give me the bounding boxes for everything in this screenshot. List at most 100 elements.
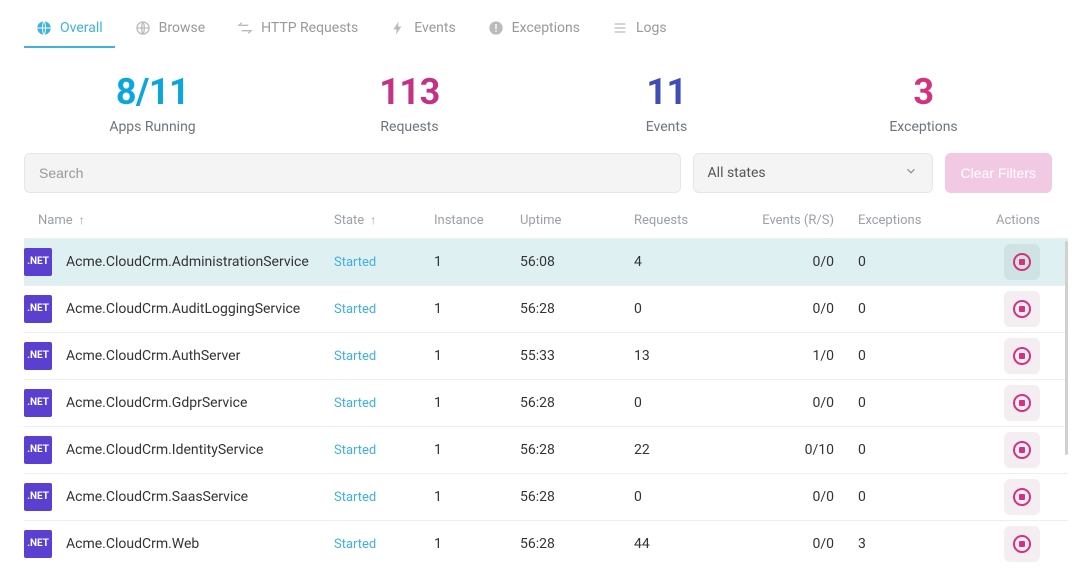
stop-icon xyxy=(1013,488,1031,506)
uptime-value: 56:28 xyxy=(520,395,634,411)
dotnet-badge: .NET xyxy=(24,248,52,276)
events-value: 0/0 xyxy=(730,254,858,270)
swap-icon xyxy=(237,20,253,36)
stats-row: 8/11 Apps Running 113 Requests 11 Events… xyxy=(0,49,1076,153)
dotnet-badge: .NET xyxy=(24,295,52,323)
sort-asc-icon: ↑ xyxy=(79,213,85,227)
stat-value: 8/11 xyxy=(24,73,281,113)
bolt-icon xyxy=(390,20,406,36)
chevron-down-icon xyxy=(904,164,918,182)
state-value: Started xyxy=(334,396,376,411)
service-name: Acme.CloudCrm.AuthServer xyxy=(66,348,240,364)
exceptions-value: 0 xyxy=(858,348,954,364)
table-row[interactable]: .NETAcme.CloudCrm.AuditLoggingServiceSta… xyxy=(24,285,1068,332)
requests-value: 4 xyxy=(634,254,730,270)
instance-value: 1 xyxy=(434,348,520,364)
tab-label: HTTP Requests xyxy=(261,20,358,36)
instance-value: 1 xyxy=(434,254,520,270)
requests-value: 13 xyxy=(634,348,730,364)
col-header-actions: Actions xyxy=(954,213,1068,228)
exceptions-value: 3 xyxy=(858,536,954,552)
stop-button[interactable] xyxy=(1004,432,1040,468)
col-header-instance[interactable]: Instance xyxy=(434,213,520,228)
stop-icon xyxy=(1013,535,1031,553)
tab-label: Browse xyxy=(159,20,205,36)
requests-value: 0 xyxy=(634,489,730,505)
col-header-state[interactable]: State ↑ xyxy=(334,213,434,228)
exceptions-value: 0 xyxy=(858,395,954,411)
stat-value: 3 xyxy=(795,73,1052,113)
dotnet-badge: .NET xyxy=(24,530,52,558)
instance-value: 1 xyxy=(434,489,520,505)
clear-filters-button[interactable]: Clear Filters xyxy=(945,153,1052,193)
col-header-events[interactable]: Events (R/S) xyxy=(730,213,858,228)
stat-apps-running: 8/11 Apps Running xyxy=(24,73,281,135)
requests-value: 0 xyxy=(634,301,730,317)
tab-browse[interactable]: Browse xyxy=(123,12,217,48)
stat-requests: 113 Requests xyxy=(281,73,538,135)
search-input[interactable] xyxy=(24,153,681,193)
scrollbar-thumb[interactable] xyxy=(1065,241,1068,455)
table-row[interactable]: .NETAcme.CloudCrm.IdentityServiceStarted… xyxy=(24,426,1068,473)
stop-button[interactable] xyxy=(1004,244,1040,280)
stat-events: 11 Events xyxy=(538,73,795,135)
state-select[interactable]: All states xyxy=(693,153,933,193)
stop-icon xyxy=(1013,347,1031,365)
tab-overall[interactable]: Overall xyxy=(24,12,115,48)
tab-bar: Overall Browse HTTP Requests Events Exce… xyxy=(0,0,1076,49)
globe-solid-icon xyxy=(36,20,52,36)
instance-value: 1 xyxy=(434,301,520,317)
tab-label: Logs xyxy=(636,20,667,36)
services-table: Name ↑ State ↑ Instance Uptime Requests … xyxy=(0,207,1076,582)
events-value: 0/0 xyxy=(730,395,858,411)
service-name: Acme.CloudCrm.Web xyxy=(66,536,199,552)
stop-icon xyxy=(1013,441,1031,459)
col-header-exceptions[interactable]: Exceptions xyxy=(858,213,954,228)
tab-logs[interactable]: Logs xyxy=(600,12,679,48)
events-value: 1/0 xyxy=(730,348,858,364)
requests-value: 0 xyxy=(634,395,730,411)
service-name: Acme.CloudCrm.IdentityService xyxy=(66,442,263,458)
stop-button[interactable] xyxy=(1004,338,1040,374)
stat-value: 113 xyxy=(281,73,538,113)
table-header: Name ↑ State ↑ Instance Uptime Requests … xyxy=(24,207,1068,238)
tab-http-requests[interactable]: HTTP Requests xyxy=(225,12,370,48)
state-value: Started xyxy=(334,255,376,270)
stop-button[interactable] xyxy=(1004,291,1040,327)
dashboard-panel: Overall Browse HTTP Requests Events Exce… xyxy=(0,0,1076,582)
table-row[interactable]: .NETAcme.CloudCrm.AuthServerStarted155:3… xyxy=(24,332,1068,379)
col-header-requests[interactable]: Requests xyxy=(634,213,730,228)
events-value: 0/0 xyxy=(730,536,858,552)
sort-asc-icon: ↑ xyxy=(370,213,376,227)
instance-value: 1 xyxy=(434,395,520,411)
stop-icon xyxy=(1013,394,1031,412)
exceptions-value: 0 xyxy=(858,254,954,270)
tab-events[interactable]: Events xyxy=(378,12,467,48)
table-row[interactable]: .NETAcme.CloudCrm.WebStarted156:28440/03 xyxy=(24,520,1068,567)
stat-label: Exceptions xyxy=(795,119,1052,135)
dotnet-badge: .NET xyxy=(24,389,52,417)
state-value: Started xyxy=(334,349,376,364)
stop-button[interactable] xyxy=(1004,385,1040,421)
dotnet-badge: .NET xyxy=(24,483,52,511)
table-row[interactable]: .NET Acme.CloudCrm.SaasService Started 156:… xyxy=(24,473,1068,520)
stop-button[interactable] xyxy=(1004,526,1040,562)
state-value: Started xyxy=(334,490,376,505)
table-row[interactable]: .NETAcme.CloudCrm.AdministrationServiceS… xyxy=(24,238,1068,285)
service-name: Acme.CloudCrm.SaasService xyxy=(66,489,248,505)
tab-label: Exceptions xyxy=(512,20,580,36)
table-body: .NETAcme.CloudCrm.AdministrationServiceS… xyxy=(24,238,1068,582)
uptime-value: 56:28 xyxy=(520,301,634,317)
stat-exceptions: 3 Exceptions xyxy=(795,73,1052,135)
tab-exceptions[interactable]: Exceptions xyxy=(476,12,592,48)
uptime-value: 56:28 xyxy=(520,489,634,505)
col-header-name[interactable]: Name ↑ xyxy=(24,213,334,228)
dotnet-badge: .NET xyxy=(24,342,52,370)
exceptions-value: 0 xyxy=(858,489,954,505)
uptime-value: 56:28 xyxy=(520,536,634,552)
exceptions-value: 0 xyxy=(858,442,954,458)
stop-button[interactable] xyxy=(1004,479,1040,515)
table-row[interactable]: .NETAcme.CloudCrm.GdprServiceStarted156:… xyxy=(24,379,1068,426)
list-icon xyxy=(612,20,628,36)
col-header-uptime[interactable]: Uptime xyxy=(520,213,634,228)
